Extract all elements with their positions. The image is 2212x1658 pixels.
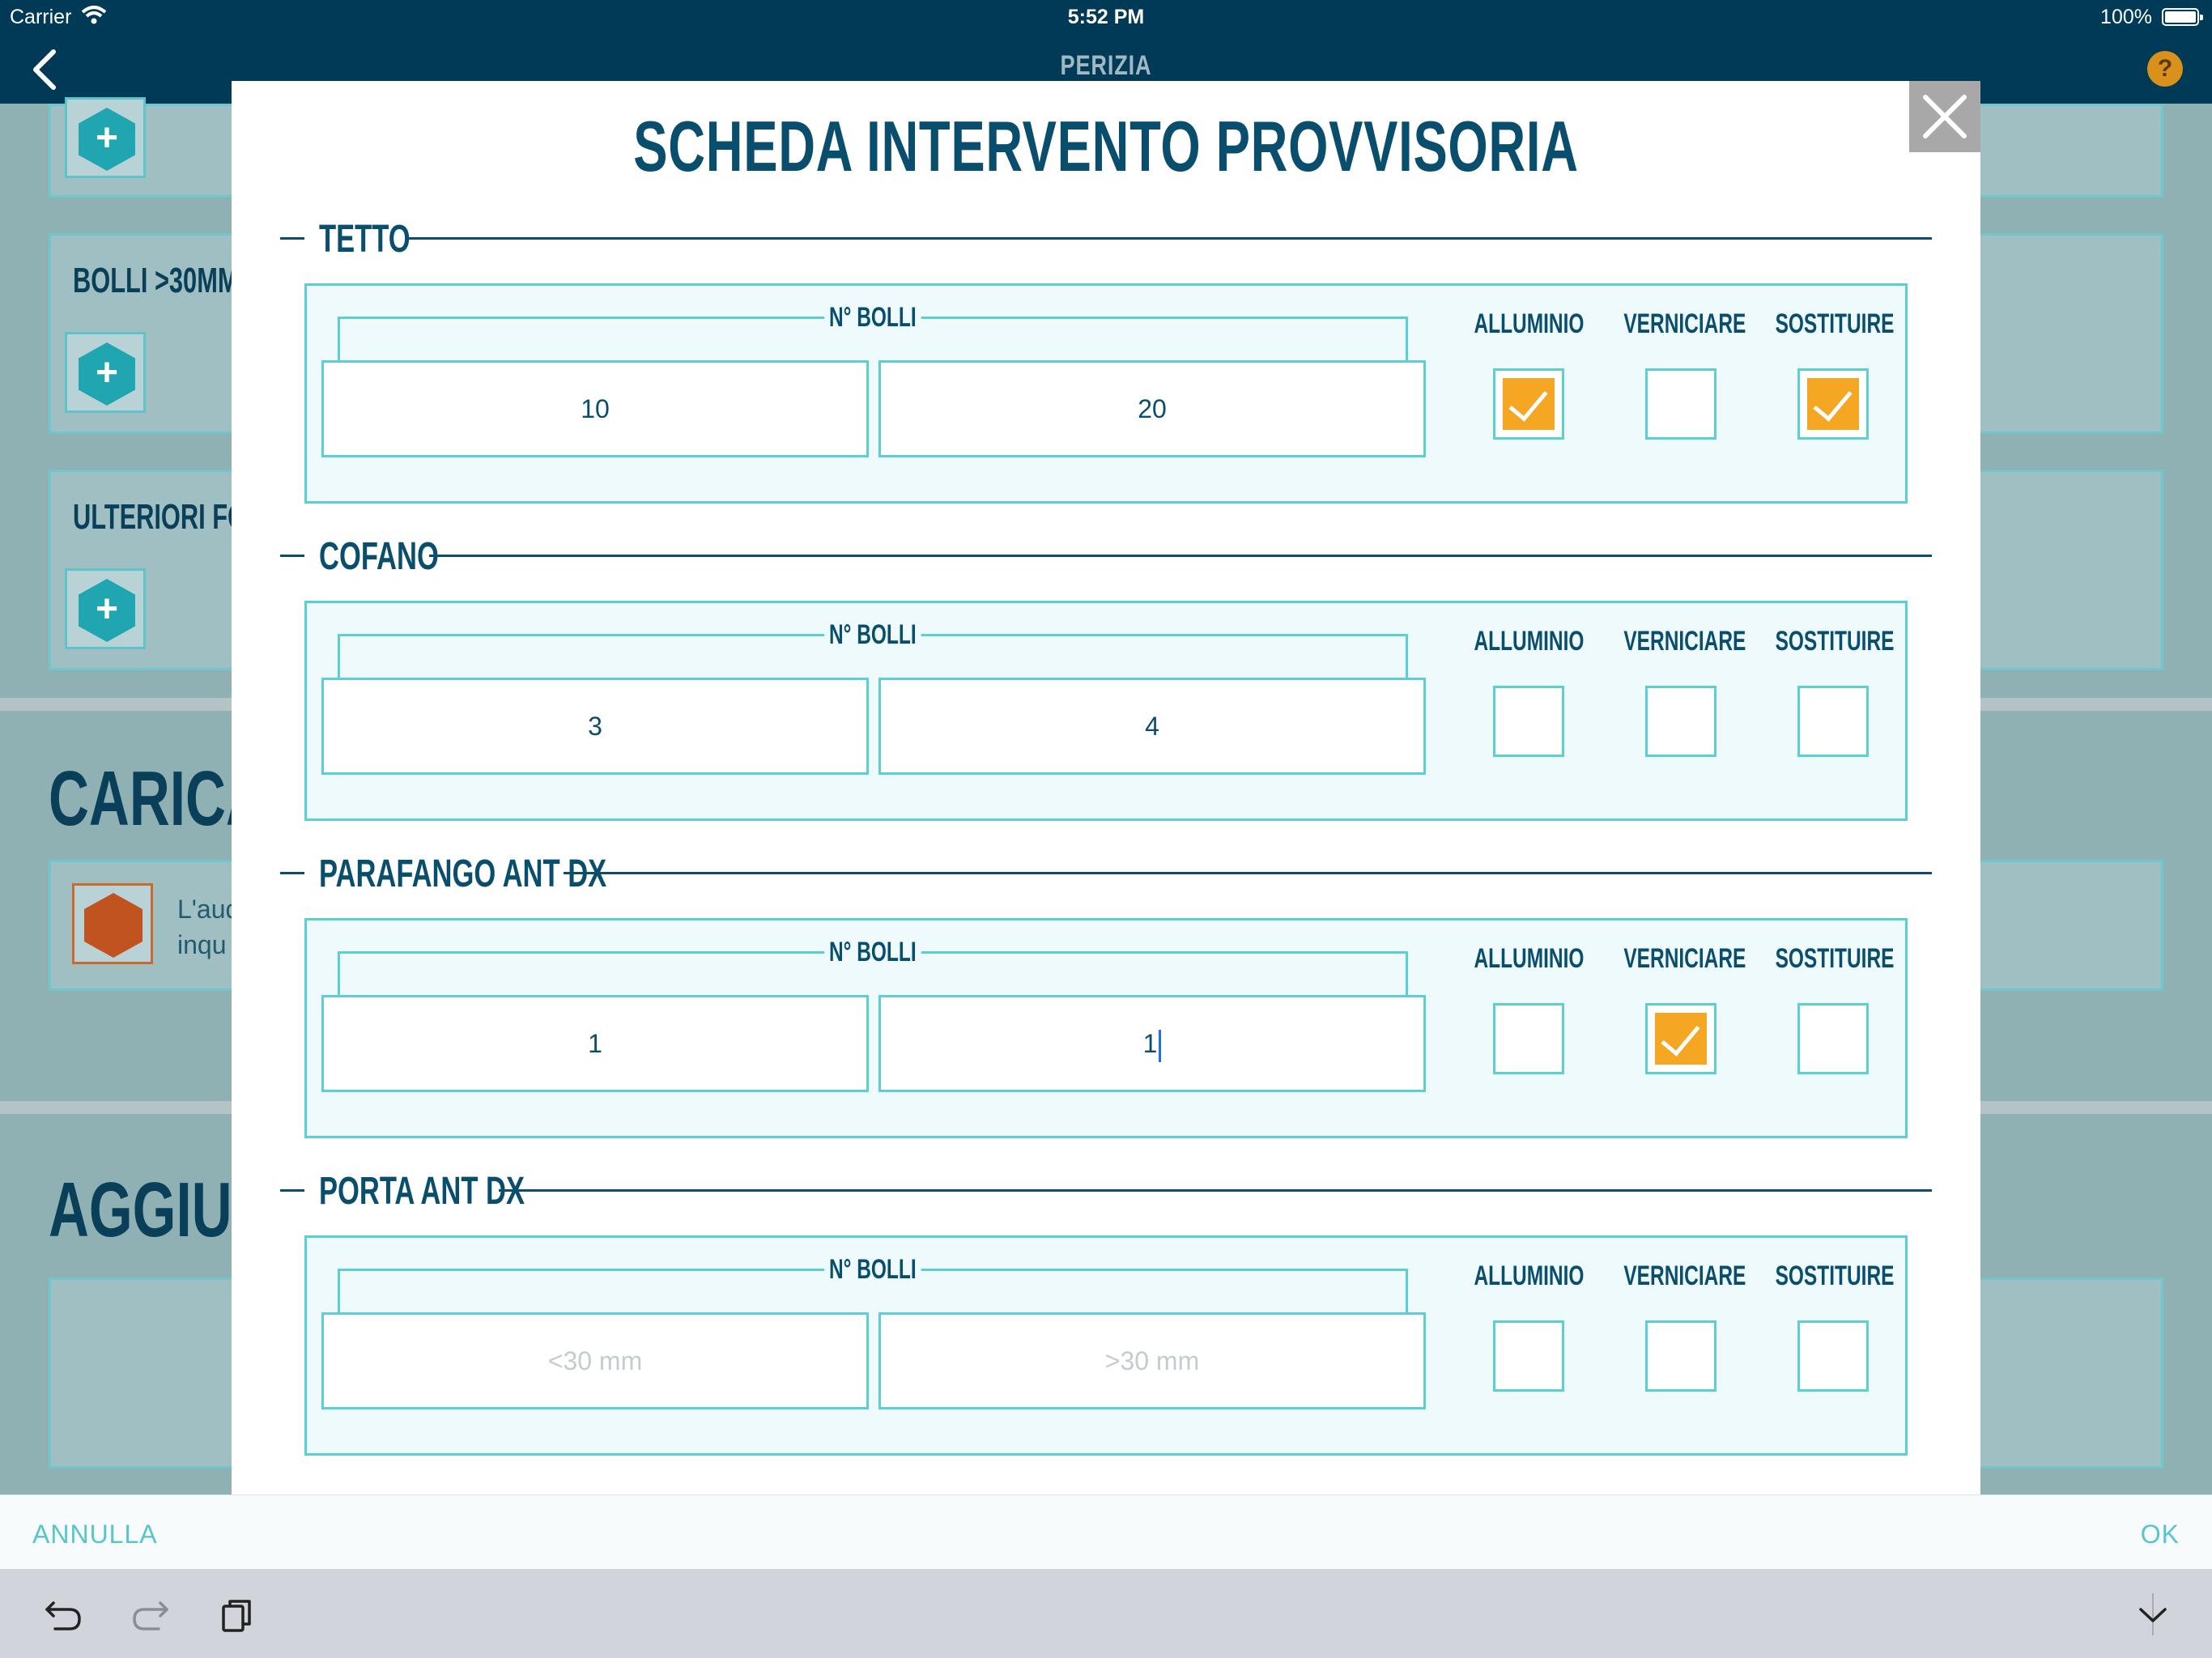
bolli-large-input[interactable]: 20 xyxy=(878,360,1426,457)
bolli-large-input[interactable]: 1 xyxy=(878,995,1426,1092)
alluminio-checkbox[interactable] xyxy=(1493,1320,1564,1392)
undo-icon[interactable] xyxy=(42,1593,86,1637)
bolli-small-input[interactable]: 1 xyxy=(321,995,869,1092)
section-rule xyxy=(564,872,1932,874)
battery-percentage: 100% xyxy=(2100,6,2152,28)
verniciare-label: VERNICIARE xyxy=(1623,1261,1746,1291)
bolli-label: N° BOLLI xyxy=(824,302,921,334)
section-name: COFANO xyxy=(319,535,439,578)
verniciare-label: VERNICIARE xyxy=(1623,626,1746,657)
plus-icon: + xyxy=(79,342,135,406)
section-cofano: COFANO N° BOLLI 3 4 ALLUMINIO VERNICIARE… xyxy=(280,534,1932,852)
clock: 5:52 PM xyxy=(1067,6,1145,28)
add-photo-button: + xyxy=(65,568,146,649)
sostituire-checkbox[interactable] xyxy=(1797,1003,1869,1074)
intervention-modal: SCHEDA INTERVENTO PROVVISORIA TETTO N° B… xyxy=(232,81,1980,1494)
action-bar: ANNULLA OK xyxy=(0,1494,2212,1569)
nav-title: PERIZIA xyxy=(1060,50,1152,81)
verniciare-checkbox[interactable] xyxy=(1645,686,1716,757)
text-cursor xyxy=(1159,1029,1162,1062)
sostituire-checkbox[interactable] xyxy=(1797,368,1869,440)
video-camera-icon xyxy=(72,883,153,964)
section-parafango-ant-dx: PARAFANGO ANT DX N° BOLLI 1 1 ALLUMINIO … xyxy=(280,852,1932,1169)
sostituire-label: SOSTITUIRE xyxy=(1775,1261,1895,1291)
chevron-down-icon[interactable] xyxy=(2131,1593,2175,1637)
verniciare-checkbox[interactable] xyxy=(1645,1320,1716,1392)
ok-button[interactable]: OK xyxy=(2141,1520,2180,1550)
section-header: TETTO xyxy=(280,217,1932,261)
section-porta-ant-dx: PORTA ANT DX N° BOLLI <30 mm >30 mm ALLU… xyxy=(280,1169,1932,1486)
verniciare-checkbox[interactable] xyxy=(1645,1003,1716,1074)
alluminio-checkbox[interactable] xyxy=(1493,1003,1564,1074)
help-icon[interactable]: ? xyxy=(2147,51,2183,87)
redo-icon[interactable] xyxy=(128,1593,172,1637)
cancel-button[interactable]: ANNULLA xyxy=(32,1520,158,1550)
verniciare-label: VERNICIARE xyxy=(1623,308,1746,339)
sostituire-checkbox[interactable] xyxy=(1797,1320,1869,1392)
status-bar: Carrier 5:52 PM 100% xyxy=(0,0,2212,36)
bolli-large-input[interactable]: 4 xyxy=(878,678,1426,775)
section-header: PORTA ANT DX xyxy=(280,1169,1932,1213)
section-panel: N° BOLLI 10 20 ALLUMINIO VERNICIARE SOST… xyxy=(304,283,1908,504)
plus-icon: + xyxy=(79,579,135,642)
bolli-label: N° BOLLI xyxy=(824,619,921,651)
bolli-label: N° BOLLI xyxy=(824,937,921,968)
alluminio-checkbox[interactable] xyxy=(1493,686,1564,757)
alluminio-label: ALLUMINIO xyxy=(1474,308,1584,339)
verniciare-checkbox[interactable] xyxy=(1645,368,1716,440)
sostituire-label: SOSTITUIRE xyxy=(1775,308,1895,339)
bolli-label: N° BOLLI xyxy=(824,1254,921,1286)
alluminio-label: ALLUMINIO xyxy=(1474,1261,1584,1291)
sostituire-label: SOSTITUIRE xyxy=(1775,626,1895,657)
bolli-small-input[interactable]: 3 xyxy=(321,678,869,775)
section-rule xyxy=(429,555,1932,557)
section-tetto: TETTO N° BOLLI 10 20 ALLUMINIO VERNICIAR… xyxy=(280,217,1932,534)
battery-icon xyxy=(2162,8,2203,26)
section-rule xyxy=(406,237,1932,240)
section-name: PORTA ANT DX xyxy=(319,1170,525,1213)
add-photo-button: + xyxy=(65,332,146,413)
verniciare-label: VERNICIARE xyxy=(1623,943,1746,974)
alluminio-label: ALLUMINIO xyxy=(1474,943,1584,974)
back-chevron-icon[interactable] xyxy=(26,47,66,92)
section-name: TETTO xyxy=(319,218,410,261)
close-button[interactable] xyxy=(1909,81,1980,152)
alluminio-label: ALLUMINIO xyxy=(1474,626,1584,657)
section-panel: N° BOLLI 3 4 ALLUMINIO VERNICIARE SOSTIT… xyxy=(304,601,1908,821)
section-header: PARAFANGO ANT DX xyxy=(280,852,1932,895)
section-header: COFANO xyxy=(280,534,1932,578)
section-panel: N° BOLLI <30 mm >30 mm ALLUMINIO VERNICI… xyxy=(304,1235,1908,1456)
bolli-large-input[interactable]: >30 mm xyxy=(878,1312,1426,1409)
bolli-small-input[interactable]: <30 mm xyxy=(321,1312,869,1409)
alluminio-checkbox[interactable] xyxy=(1493,368,1564,440)
background-video-text: L'aud inqu xyxy=(177,895,240,959)
sostituire-label: SOSTITUIRE xyxy=(1775,943,1895,974)
background-card-bolli-label: BOLLI >30MM xyxy=(73,261,239,300)
section-rule xyxy=(499,1189,1932,1192)
section-panel: N° BOLLI 1 1 ALLUMINIO VERNICIARE SOSTIT… xyxy=(304,918,1908,1138)
close-icon xyxy=(1923,95,1967,138)
add-photo-button: + xyxy=(65,97,146,178)
keyboard-shortcut-bar xyxy=(0,1569,2212,1658)
modal-title: SCHEDA INTERVENTO PROVVISORIA xyxy=(633,106,1579,186)
bolli-small-input[interactable]: 10 xyxy=(321,360,869,457)
plus-icon: + xyxy=(79,108,135,171)
sostituire-checkbox[interactable] xyxy=(1797,686,1869,757)
clipboard-icon[interactable] xyxy=(215,1593,259,1637)
